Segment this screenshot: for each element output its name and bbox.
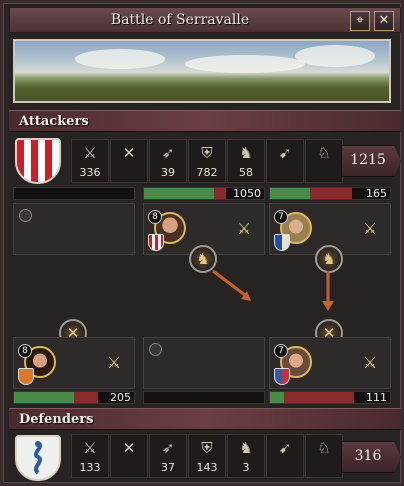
stat-value: 143	[196, 461, 218, 474]
close-icon: ✕	[378, 13, 390, 28]
defenders-stat-knights[interactable]: ♘	[305, 434, 343, 478]
attackers-stat-archers[interactable]: ➶ 39	[149, 139, 187, 183]
attacker-center-flank-bar: 1050	[143, 187, 265, 200]
defenders-label: Defenders	[19, 412, 94, 427]
attackers-label: Attackers	[19, 114, 89, 129]
stat-value: 336	[79, 166, 101, 179]
stat-value: 58	[239, 166, 253, 179]
defenders-stat-archers[interactable]: ➶ 37	[149, 434, 187, 478]
stat-value: 3	[242, 461, 250, 474]
defenders-stat-pikemen[interactable]: ✕	[110, 434, 148, 478]
tactic-sword-shield-icon: ⚔	[362, 353, 378, 372]
pikemen-icon: ✕	[122, 144, 136, 162]
serpent-emblem-icon	[34, 441, 42, 475]
attackers-stat-light-cavalry[interactable]: ♞ 58	[227, 139, 265, 183]
attacker-total-box: 1215	[341, 145, 401, 177]
commander-level: 7	[274, 344, 288, 358]
commander-level: 8	[148, 210, 162, 224]
heavy-infantry-icon: ⛨	[201, 439, 213, 457]
tactic-sword-shield-icon: ⚔	[362, 219, 378, 238]
attackers-stat-pikemen[interactable]: ✕	[110, 139, 148, 183]
locate-icon: ⌖	[356, 13, 364, 28]
window-title: Battle of Serravalle	[110, 12, 250, 28]
defenders-stat-light-cavalry[interactable]: ♞ 3	[227, 434, 265, 478]
commander-shield-icon	[18, 368, 34, 385]
locate-button[interactable]: ⌖	[350, 11, 370, 31]
stat-value: 782	[196, 166, 218, 179]
defenders-stat-horse-archers[interactable]: ➹	[266, 434, 304, 478]
defender-right-flank-bar: 111	[269, 391, 391, 404]
defender-coat-of-arms[interactable]	[15, 435, 61, 481]
light-cavalry-icon: ♞	[239, 144, 253, 162]
commander-shield-icon	[274, 234, 290, 251]
defender-center-flank-bar	[143, 391, 265, 404]
attackers-stat-knights[interactable]: ♘	[305, 139, 343, 183]
close-button[interactable]: ✕	[374, 11, 394, 31]
attacker-left-flank-bar	[13, 187, 135, 200]
attackers-stat-heavy-infantry[interactable]: ⛨ 782	[188, 139, 226, 183]
heavy-infantry-icon: ⛨	[201, 144, 213, 162]
defenders-header: Defenders	[9, 408, 401, 430]
defender-total: 316	[354, 448, 382, 464]
commander-shield-icon	[148, 234, 164, 251]
tactic-sword-shield-icon: ⚔	[236, 219, 252, 238]
attackers-stat-horse-archers[interactable]: ➹	[266, 139, 304, 183]
archers-icon: ➶	[161, 439, 175, 457]
attacker-right-fill	[270, 188, 310, 199]
knights-icon: ♘	[317, 144, 331, 162]
attackers-stat-infantry[interactable]: ⚔ 336	[71, 139, 109, 183]
infantry-icon: ⚔	[83, 144, 97, 162]
attacker-center-hp: 1050	[233, 187, 261, 200]
horse-archers-icon: ➹	[278, 144, 292, 162]
attacker-left-flank-slot[interactable]	[13, 203, 135, 255]
battle-landscape-banner	[13, 39, 391, 103]
attacker-center-fill	[144, 188, 214, 199]
empty-slot-marker	[19, 209, 32, 222]
stat-value: 133	[79, 461, 101, 474]
title-bar: Battle of Serravalle ⌖ ✕	[9, 7, 401, 33]
defenders-stat-infantry[interactable]: ⚔ 133	[71, 434, 109, 478]
battle-window: Battle of Serravalle ⌖ ✕ Attackers ⚔ 336 ✕…	[0, 0, 404, 486]
defender-left-hp: 205	[110, 391, 131, 404]
defender-center-flank-slot[interactable]	[143, 337, 265, 389]
commander-shield-icon	[274, 368, 290, 385]
attacker-coat-of-arms[interactable]	[15, 138, 61, 184]
archers-icon: ➶	[161, 144, 175, 162]
pikemen-icon: ✕	[122, 439, 136, 457]
attackers-header: Attackers	[9, 110, 401, 132]
attacker-right-flank-bar: 165	[269, 187, 391, 200]
light-cavalry-icon: ♞	[239, 439, 253, 457]
empty-slot-marker	[149, 343, 162, 356]
defender-right-flank-slot[interactable]: 7 ⚔	[269, 337, 391, 389]
infantry-icon: ⚔	[83, 439, 97, 457]
attacker-total: 1215	[350, 152, 386, 168]
commander-level: 7	[274, 210, 288, 224]
defenders-stat-heavy-infantry[interactable]: ⛨ 143	[188, 434, 226, 478]
defender-total-box: 316	[341, 441, 401, 473]
horse-archers-icon: ➹	[278, 439, 292, 457]
knights-icon: ♘	[317, 439, 331, 457]
defender-right-hp: 111	[366, 391, 387, 404]
stat-value: 39	[161, 166, 175, 179]
defender-left-flank-slot[interactable]: 8 ⚔	[13, 337, 135, 389]
attacker-right-hp: 165	[366, 187, 387, 200]
attack-arrow	[322, 271, 334, 311]
stat-value: 37	[161, 461, 175, 474]
tactic-sword-shield-icon: ⚔	[106, 353, 122, 372]
defender-left-flank-bar: 205	[13, 391, 135, 404]
commander-level: 8	[18, 344, 32, 358]
